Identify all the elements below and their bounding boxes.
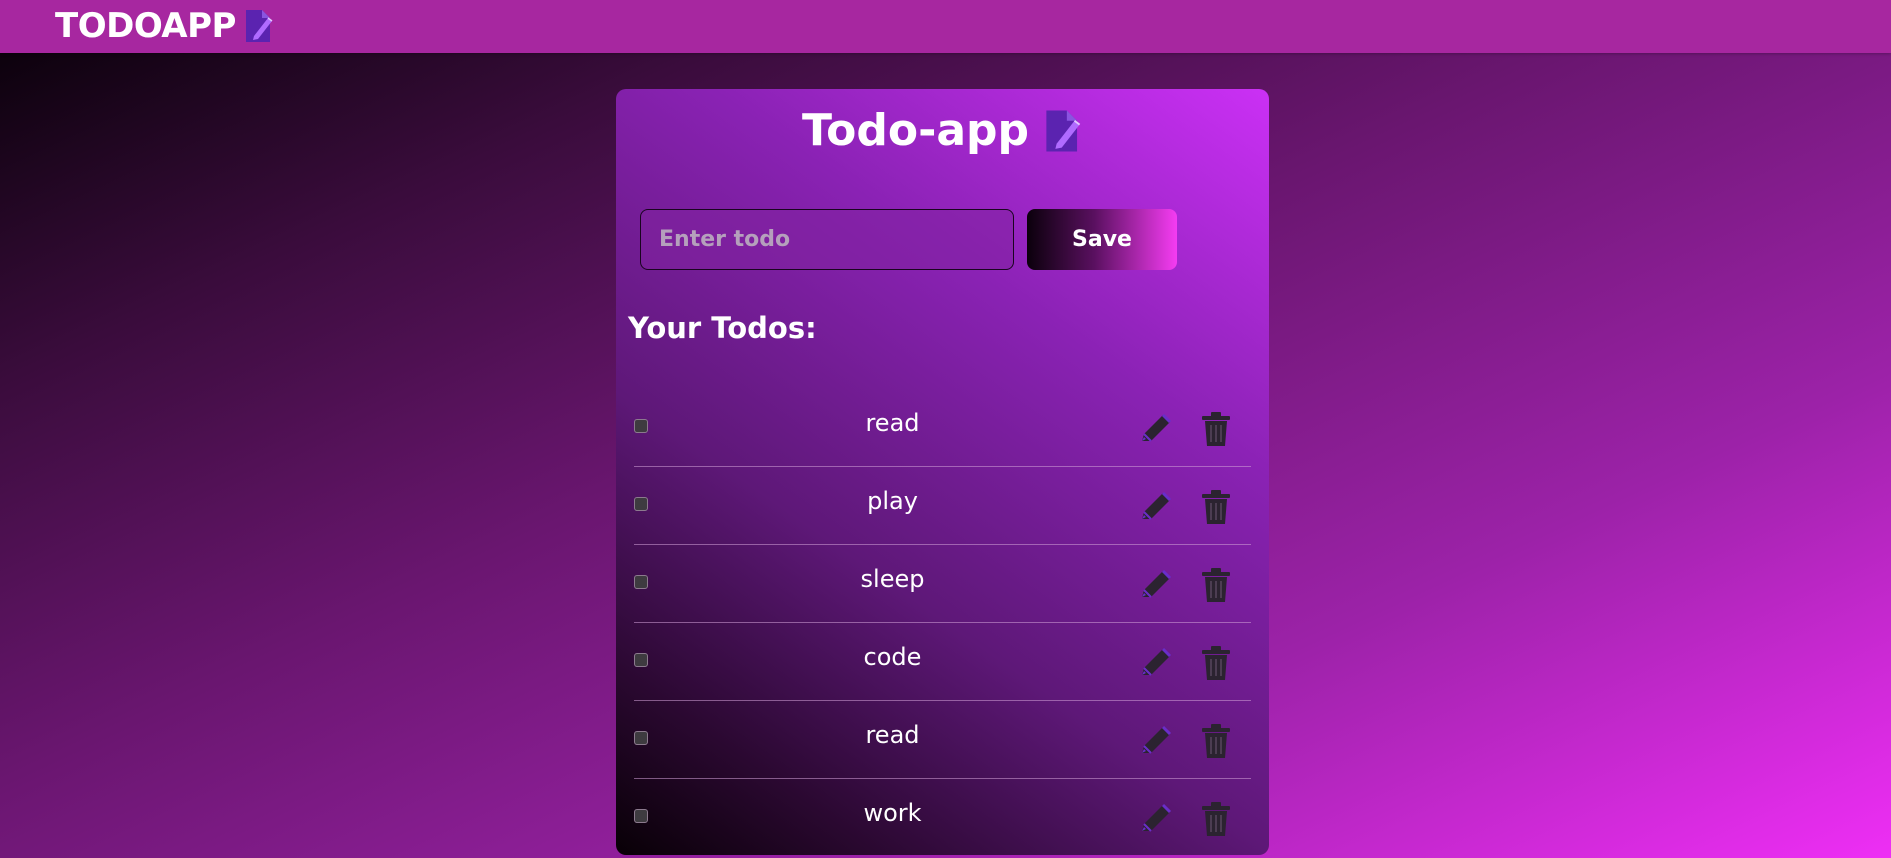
note-pen-icon xyxy=(1043,108,1083,154)
todo-checkbox[interactable] xyxy=(634,497,648,511)
card-title: Todo-app xyxy=(616,105,1269,156)
edit-pencil-icon[interactable] xyxy=(1136,565,1176,605)
todo-text: sleep xyxy=(860,565,925,593)
todo-checkbox[interactable] xyxy=(634,575,648,589)
todo-item: play xyxy=(634,467,1251,545)
todo-checkbox[interactable] xyxy=(634,419,648,433)
edit-pencil-icon[interactable] xyxy=(1136,721,1176,761)
save-button[interactable]: Save xyxy=(1027,209,1177,270)
todo-text: read xyxy=(865,409,920,437)
todo-item: sleep xyxy=(634,545,1251,623)
note-pen-icon xyxy=(244,8,274,44)
todo-card: Todo-app Save Your Todos: read play xyxy=(616,89,1269,855)
brand-name: TODOAPP xyxy=(55,6,236,46)
todo-checkbox[interactable] xyxy=(634,653,648,667)
todo-text: work xyxy=(863,799,922,827)
todo-item: work xyxy=(634,779,1251,855)
edit-pencil-icon[interactable] xyxy=(1136,409,1176,449)
todos-heading: Your Todos: xyxy=(628,311,817,345)
edit-pencil-icon[interactable] xyxy=(1136,643,1176,683)
trash-icon[interactable] xyxy=(1196,799,1236,839)
todo-item: read xyxy=(634,701,1251,779)
todo-input[interactable] xyxy=(640,209,1014,270)
trash-icon[interactable] xyxy=(1196,487,1236,527)
trash-icon[interactable] xyxy=(1196,565,1236,605)
trash-icon[interactable] xyxy=(1196,643,1236,683)
trash-icon[interactable] xyxy=(1196,409,1236,449)
top-navbar: TODOAPP xyxy=(0,0,1891,53)
todo-checkbox[interactable] xyxy=(634,731,648,745)
todo-text: code xyxy=(863,643,922,671)
edit-pencil-icon[interactable] xyxy=(1136,799,1176,839)
todo-list: read play sleep code read work xyxy=(634,389,1251,855)
todo-text: read xyxy=(865,721,920,749)
todo-item: read xyxy=(634,389,1251,467)
todo-text: play xyxy=(867,487,918,515)
trash-icon[interactable] xyxy=(1196,721,1236,761)
todo-checkbox[interactable] xyxy=(634,809,648,823)
todo-item: code xyxy=(634,623,1251,701)
edit-pencil-icon[interactable] xyxy=(1136,487,1176,527)
brand[interactable]: TODOAPP xyxy=(55,5,274,47)
page-title: Todo-app xyxy=(801,105,1030,156)
